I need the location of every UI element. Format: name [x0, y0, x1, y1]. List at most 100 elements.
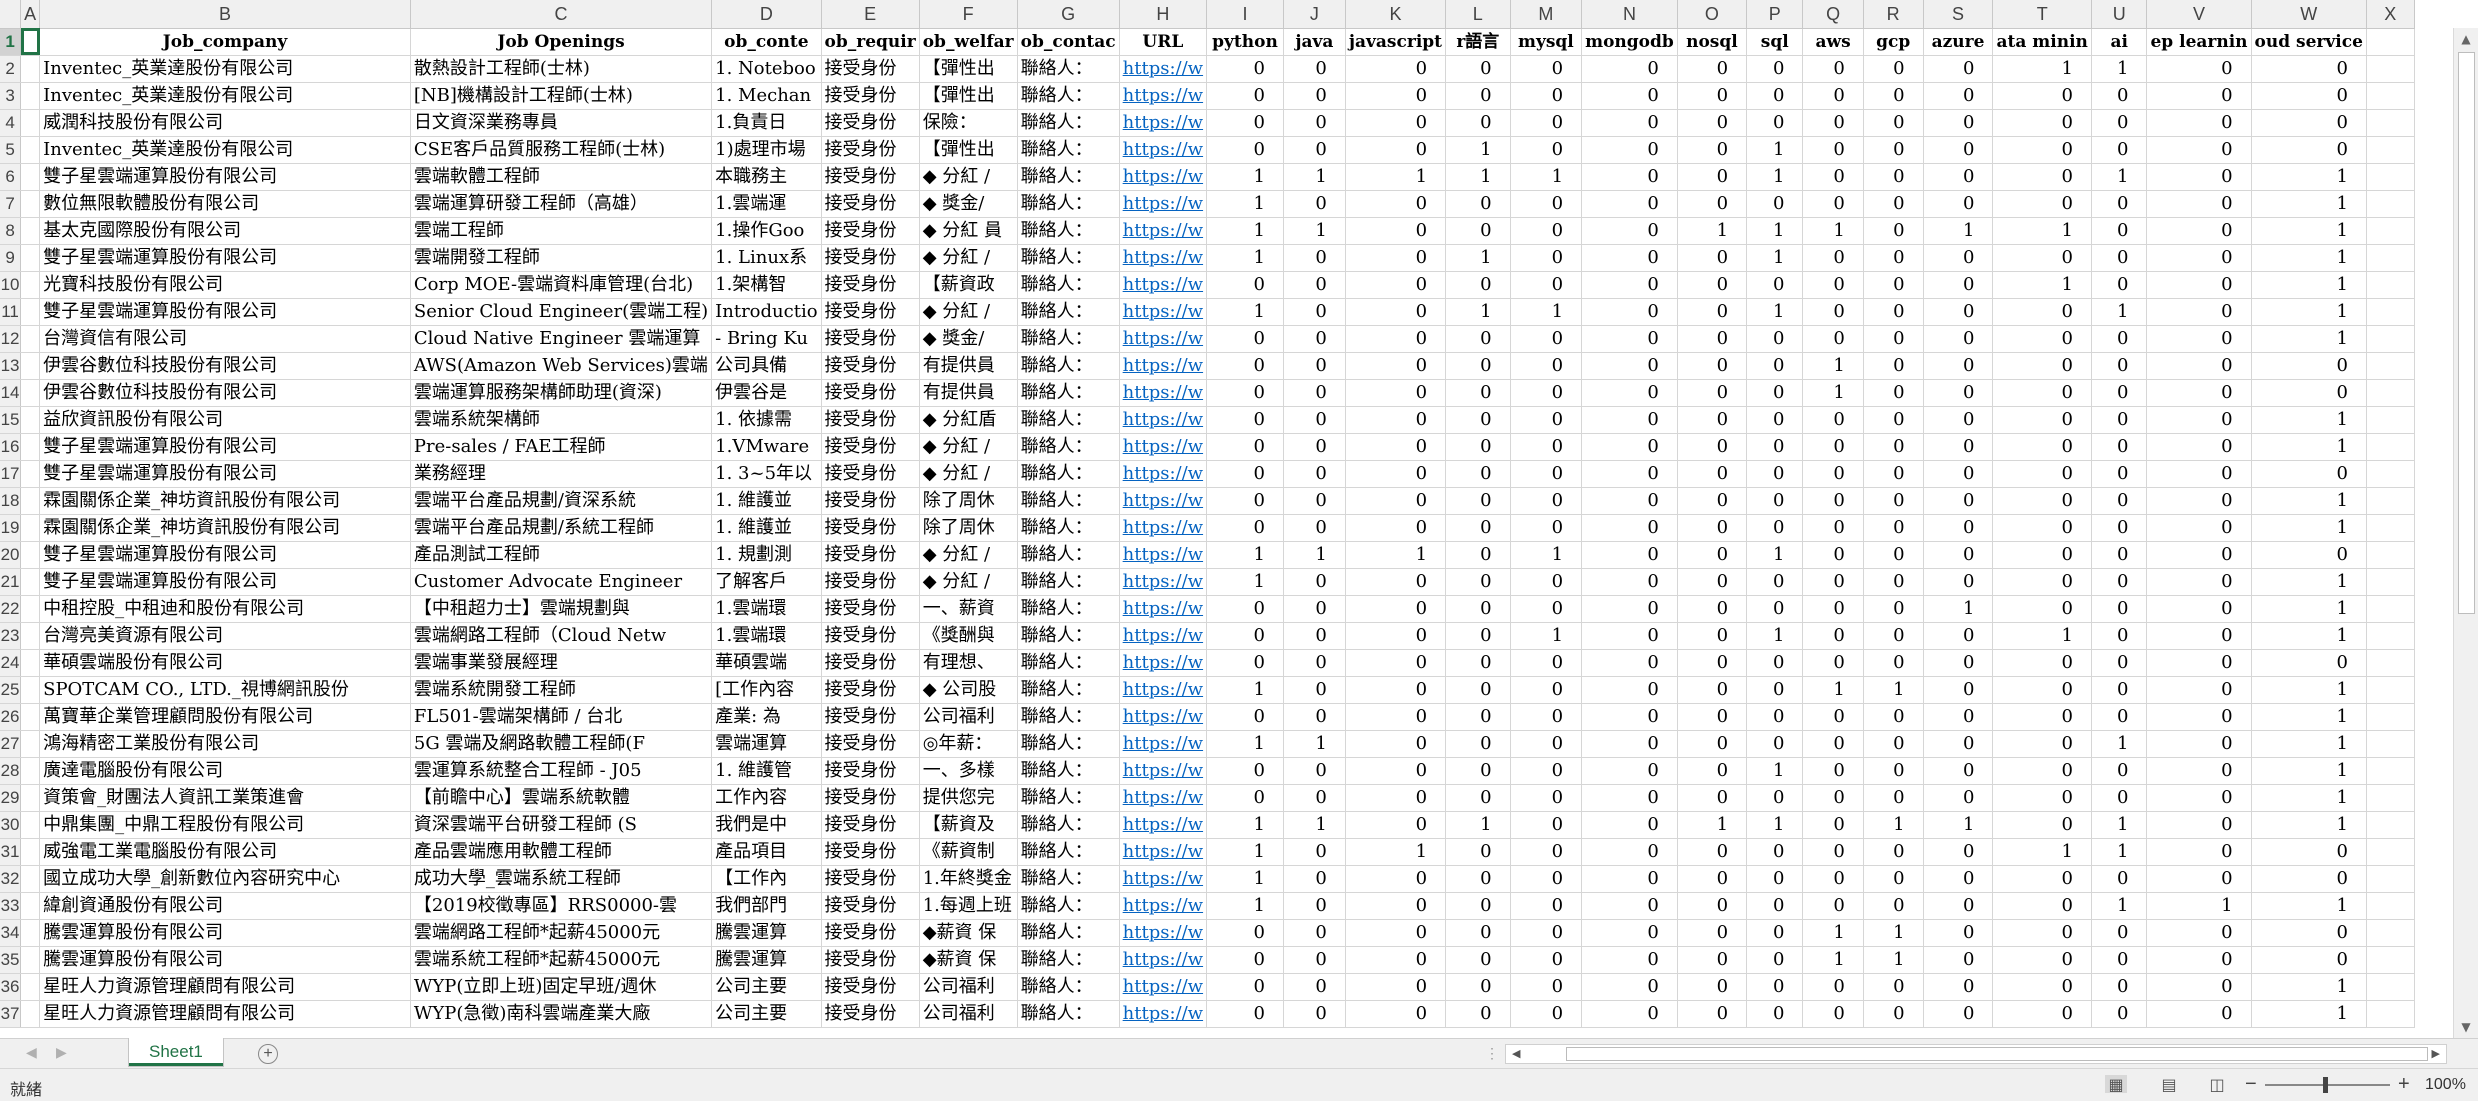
cell-job-content[interactable]: 【工作內 [711, 865, 822, 893]
cell[interactable] [2366, 217, 2415, 245]
cell-skill-flag[interactable]: 0 [2251, 838, 2367, 866]
cell-skill-flag[interactable]: 0 [2146, 703, 2252, 731]
scroll-left-arrow-icon[interactable]: ◀ [1512, 1045, 1520, 1063]
cell-job-opening[interactable]: 業務經理 [410, 460, 713, 488]
cell-skill-flag[interactable]: 0 [1283, 838, 1346, 866]
cell-skill-flag[interactable]: 0 [1802, 595, 1864, 623]
cell-job-opening[interactable]: 雲端網路工程師*起薪45000元 [410, 919, 713, 947]
column-header[interactable]: K [1345, 0, 1447, 29]
cell-job-requirement[interactable]: 接受身份 [821, 784, 920, 812]
cell-skill-flag[interactable]: 0 [1206, 352, 1284, 380]
row-header[interactable]: 19 [0, 514, 22, 542]
cell-skill-flag[interactable]: 0 [1283, 514, 1346, 542]
column-header[interactable]: B [39, 0, 411, 29]
cell-skill-flag[interactable]: 0 [1283, 190, 1346, 218]
cell-job-requirement[interactable]: 接受身份 [821, 1000, 920, 1028]
cell-job-welfare[interactable]: ◆ 分紅 / [919, 541, 1018, 569]
cell-job-requirement[interactable]: 接受身份 [821, 55, 920, 83]
cell-skill-flag[interactable]: 0 [1677, 838, 1748, 866]
cell-skill-flag[interactable]: 0 [1923, 271, 1994, 299]
cell-skill-flag[interactable]: 0 [2091, 568, 2148, 596]
cell-skill-flag[interactable]: 0 [1581, 298, 1678, 326]
header-cell[interactable]: oud service [2251, 28, 2367, 56]
cell[interactable] [20, 973, 41, 1001]
cell-url-link[interactable]: https://w [1119, 136, 1208, 164]
cell-skill-flag[interactable]: 0 [1510, 703, 1583, 731]
cell-skill-flag[interactable]: 0 [2251, 136, 2367, 164]
header-cell[interactable]: ob_contac [1017, 28, 1120, 56]
cell-url-link[interactable]: https://w [1119, 55, 1208, 83]
horizontal-scrollbar[interactable]: ◀ ▶ [1505, 1044, 2447, 1064]
cell-skill-flag[interactable]: 0 [1345, 325, 1447, 353]
cell-skill-flag[interactable]: 0 [1802, 460, 1864, 488]
cell-skill-flag[interactable]: 0 [1283, 595, 1346, 623]
cell-skill-flag[interactable]: 1 [1923, 811, 1994, 839]
cell-skill-flag[interactable]: 0 [1206, 946, 1284, 974]
cell-skill-flag[interactable]: 0 [2091, 109, 2148, 137]
cell-skill-flag[interactable]: 1 [1206, 892, 1284, 920]
cell-skill-flag[interactable]: 1 [2251, 568, 2367, 596]
cell-skill-flag[interactable]: 0 [1345, 217, 1447, 245]
cell-company[interactable]: 威強電工業電腦股份有限公司 [39, 838, 411, 866]
cell-url-link[interactable]: https://w [1119, 163, 1208, 191]
cell-skill-flag[interactable]: 0 [2091, 784, 2148, 812]
cell-job-welfare[interactable]: 【彈性出 [919, 55, 1018, 83]
column-header[interactable]: N [1581, 0, 1678, 29]
cell-skill-flag[interactable]: 0 [1992, 433, 2092, 461]
cell-skill-flag[interactable]: 0 [1677, 379, 1748, 407]
cell-skill-flag[interactable]: 0 [2251, 541, 2367, 569]
cell-skill-flag[interactable]: 0 [2091, 406, 2148, 434]
cell-skill-flag[interactable]: 1 [1746, 757, 1804, 785]
zoom-slider-thumb[interactable] [2322, 1077, 2328, 1093]
cell-job-requirement[interactable]: 接受身份 [821, 109, 920, 137]
row-header[interactable]: 30 [0, 811, 22, 839]
cell-skill-flag[interactable]: 0 [1581, 460, 1678, 488]
select-all-corner[interactable] [0, 0, 22, 29]
cell-job-welfare[interactable]: 提供您完 [919, 784, 1018, 812]
row-header[interactable]: 25 [0, 676, 22, 704]
cell-skill-flag[interactable]: 0 [1510, 919, 1583, 947]
cell[interactable] [20, 487, 41, 515]
cell-skill-flag[interactable]: 0 [1510, 271, 1583, 299]
cell-skill-flag[interactable]: 0 [2091, 325, 2148, 353]
column-header[interactable]: E [821, 0, 920, 29]
cell-url-link[interactable]: https://w [1119, 406, 1208, 434]
cell-skill-flag[interactable]: 0 [1802, 973, 1864, 1001]
cell-job-opening[interactable]: 【前瞻中心】雲端系統軟體 [410, 784, 713, 812]
cell-skill-flag[interactable]: 0 [1345, 82, 1447, 110]
cell-skill-flag[interactable]: 0 [1445, 271, 1511, 299]
cell-skill-flag[interactable]: 0 [1802, 757, 1864, 785]
cell-skill-flag[interactable]: 0 [1345, 919, 1447, 947]
cell-skill-flag[interactable]: 0 [1581, 352, 1678, 380]
row-header[interactable]: 27 [0, 730, 22, 758]
cell-skill-flag[interactable]: 0 [1802, 649, 1864, 677]
cell-job-content[interactable]: 我們部門 [711, 892, 822, 920]
cell-skill-flag[interactable]: 0 [2146, 379, 2252, 407]
cell-job-welfare[interactable]: ◆ 分紅 / [919, 244, 1018, 272]
cell-skill-flag[interactable]: 0 [1677, 784, 1748, 812]
cell-job-requirement[interactable]: 接受身份 [821, 298, 920, 326]
cell-skill-flag[interactable]: 0 [1677, 1000, 1748, 1028]
cell-skill-flag[interactable]: 1 [2091, 892, 2148, 920]
cell-skill-flag[interactable]: 0 [2146, 163, 2252, 191]
cell-skill-flag[interactable]: 0 [1345, 136, 1447, 164]
cell-skill-flag[interactable]: 0 [1746, 190, 1804, 218]
cell-skill-flag[interactable]: 0 [1677, 55, 1748, 83]
cell-job-contact[interactable]: 聯絡人： [1017, 946, 1120, 974]
cell[interactable] [2366, 892, 2415, 920]
cell-job-content[interactable]: 騰雲運算 [711, 919, 822, 947]
column-header[interactable]: W [2251, 0, 2367, 29]
cell-url-link[interactable]: https://w [1119, 271, 1208, 299]
cell-skill-flag[interactable]: 0 [1581, 190, 1678, 218]
cell-skill-flag[interactable]: 1 [1746, 244, 1804, 272]
cell-skill-flag[interactable]: 0 [2091, 1000, 2148, 1028]
cell-job-contact[interactable]: 聯絡人： [1017, 244, 1120, 272]
cell-skill-flag[interactable]: 0 [1992, 919, 2092, 947]
cell-job-requirement[interactable]: 接受身份 [821, 379, 920, 407]
cell-company[interactable]: 騰雲運算股份有限公司 [39, 946, 411, 974]
cell-skill-flag[interactable]: 1 [1283, 217, 1346, 245]
cell-job-welfare[interactable]: 保險： [919, 109, 1018, 137]
cell-skill-flag[interactable]: 0 [2146, 55, 2252, 83]
cell-skill-flag[interactable]: 0 [1445, 865, 1511, 893]
cell-skill-flag[interactable]: 0 [1802, 406, 1864, 434]
